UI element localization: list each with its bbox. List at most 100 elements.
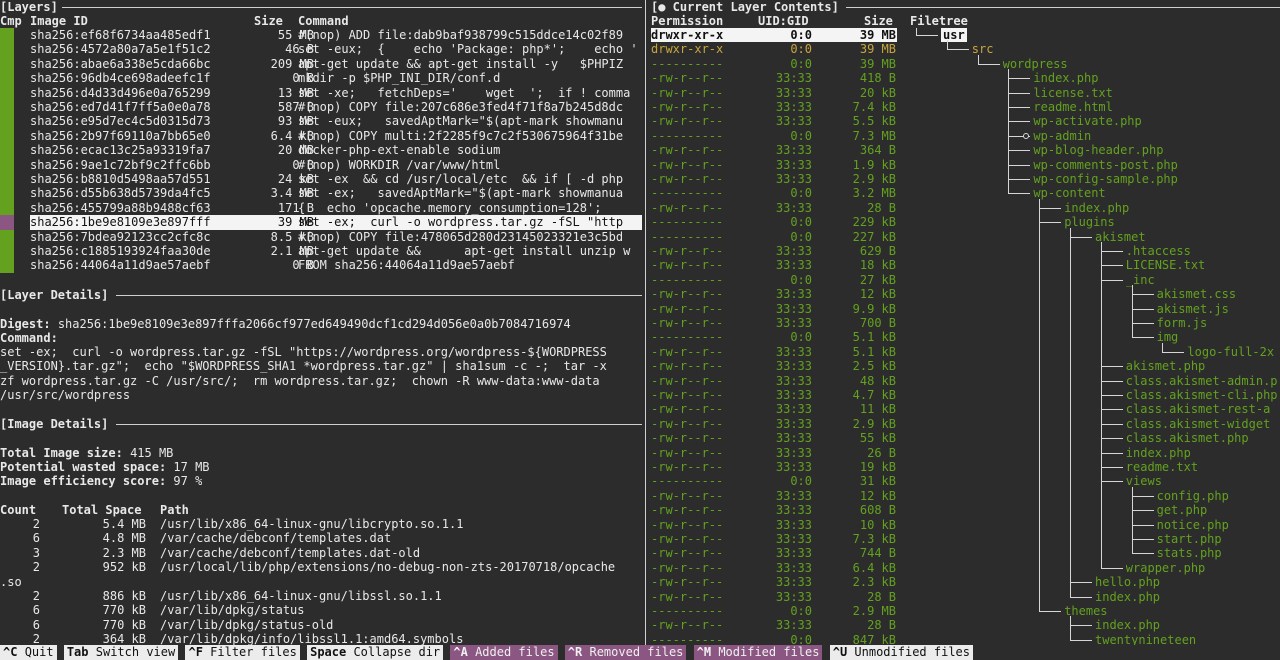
filetree-node[interactable]: logo-full-2x (1187, 345, 1274, 359)
layer-row[interactable]: sha256:7bdea92123cc2cfc8c 8.5 kB #(nop) CO… (30, 230, 642, 244)
file-permission: -rw-r--r-- (651, 143, 724, 158)
filetree-node[interactable]: form.js (1157, 316, 1208, 330)
filetree-node[interactable]: index.php (1064, 201, 1129, 215)
filetree-node[interactable]: readme.txt (1126, 460, 1198, 474)
key-label: ^F (188, 645, 203, 659)
file-permission: ---------- (651, 330, 724, 345)
filetree-node[interactable]: akismet.php (1126, 359, 1205, 373)
filetree-node[interactable]: get.php (1157, 503, 1208, 517)
keybinding-modified-files[interactable]: ^M Modified files (693, 645, 823, 660)
filetree-node[interactable]: wp-admin (1033, 129, 1091, 143)
filetree-node[interactable]: index.php (1095, 618, 1160, 632)
layer-row[interactable]: sha256:ef68f6734aa485edf1 55 MB #(nop) ADD… (30, 28, 642, 42)
file-uid-gid: 0:0 (790, 186, 812, 201)
layer-row[interactable]: sha256:ecac13c25a93319fa7 20 MB docker-php… (30, 143, 642, 157)
waste-col-total-space: Total Space (62, 503, 142, 517)
filetree-node[interactable]: wp-activate.php (1033, 114, 1141, 128)
file-size: 7.4 kB (852, 100, 896, 114)
file-size: 1.9 kB (852, 157, 896, 172)
filetree-node[interactable]: akismet (1095, 230, 1146, 244)
filetree-node[interactable]: index.php (1095, 590, 1160, 604)
layer-row[interactable]: sha256:d4d33d496e0a765299 13 MB set -xe; f… (30, 86, 642, 100)
waste-total-space: 5.4 MB (102, 517, 146, 531)
file-uid-gid: 33:33 (775, 560, 812, 575)
layer-row[interactable]: sha256:abae6a338e5cda66bc 209 MB apt-get u… (30, 57, 642, 71)
filetree-node[interactable]: hello.php (1095, 575, 1160, 589)
keybinding-unmodified-files[interactable]: ^U Unmodified files (829, 645, 973, 660)
filetree-node[interactable]: class.akismet-rest-a (1126, 402, 1271, 416)
file-uid-gid: 33:33 (775, 71, 812, 86)
layer-row[interactable]: sha256:44064a11d9ae57aebf 0 B FROM sha256:… (30, 258, 642, 272)
filetree-node[interactable]: readme.html (1033, 100, 1112, 114)
layer-row[interactable]: sha256:455799a88b9488cf63 171 B{ echo 'op… (30, 201, 642, 215)
filetree-node[interactable]: class.akismet-admin.p (1126, 374, 1278, 388)
filetree-node[interactable]: index.php (1033, 71, 1098, 85)
waste-path: /var/lib/dpkg/status-old (160, 617, 334, 632)
filetree-node[interactable]: wp-blog-header.php (1033, 143, 1163, 157)
file-permission: ---------- (651, 474, 724, 489)
layer-row[interactable]: sha256:ed7d41f7ff5a0e0a78 587 B #(nop) COP… (30, 100, 642, 114)
tree-branch (1100, 251, 1123, 252)
file-permission: ---------- (651, 186, 724, 201)
filetree-node[interactable]: wrapper.php (1126, 561, 1205, 575)
filetree-node[interactable]: wordpress (1003, 57, 1068, 71)
layer-row[interactable]: sha256:9ae1c72bf9c2ffc6bb 0 B #(nop) WORKD… (30, 158, 642, 172)
filetree-node[interactable]: start.php (1157, 532, 1222, 546)
layers-col-image-id: Image ID (30, 14, 88, 28)
filetree-node[interactable]: config.php (1157, 489, 1229, 503)
keybinding-switch-view[interactable]: Tab Switch view (63, 645, 179, 660)
filetree-node[interactable]: wp-config-sample.php (1033, 172, 1178, 186)
filetree-node[interactable]: wp-content (1033, 186, 1105, 200)
layer-cmp-bar (0, 157, 14, 172)
filetree-node[interactable]: index.php (1126, 446, 1191, 460)
col-uid-gid: UID:GID (758, 14, 809, 28)
waste-path: /var/cache/debconf/templates.dat-old (160, 545, 421, 560)
filetree-node[interactable]: img (1157, 330, 1179, 344)
layer-row[interactable]: sha256:c1885193924faa30de 2.1 MB apt-get u… (30, 244, 642, 258)
filetree-node[interactable]: .htaccess (1126, 244, 1191, 258)
filetree-node[interactable]: class.akismet-widget (1126, 417, 1271, 431)
keybinding-filter-files[interactable]: ^F Filter files (185, 645, 300, 660)
layer-row[interactable]: sha256:96db4ce698adeefc1f 0 Bmkdir -p $PH… (30, 71, 642, 85)
tree-branch (1070, 596, 1092, 598)
file-uid-gid: 33:33 (775, 172, 812, 186)
filetree-node[interactable]: usr (941, 28, 967, 43)
filetree-node[interactable]: _inc (1126, 273, 1155, 287)
file-size: 28 B (867, 618, 896, 633)
filetree-node[interactable]: akismet.js (1157, 302, 1229, 316)
file-size: 12 kB (859, 287, 896, 302)
layer-image-id: sha256:d55b638d5739da4fc5 (30, 186, 211, 201)
keybinding-quit[interactable]: ^C Quit (0, 645, 57, 660)
filetree-node[interactable]: license.txt (1033, 86, 1112, 100)
waste-count: 6 (32, 603, 40, 618)
filetree-node[interactable]: stats.php (1157, 546, 1222, 560)
keybinding-collapse-dir[interactable]: Space Collapse dir (307, 645, 444, 660)
filetree-node[interactable]: src (972, 42, 994, 56)
file-permission: ---------- (651, 229, 724, 244)
file-uid-gid: 33:33 (775, 546, 812, 561)
filetree-node[interactable]: LICENSE.txt (1126, 258, 1205, 272)
layer-row[interactable]: sha256:4572a80a7a5e1f51c2 46 Bset -eux; {… (30, 42, 642, 56)
tree-branch (1100, 265, 1123, 267)
waste-total-space: 770 kB (102, 617, 146, 632)
filetree-node[interactable]: plugins (1064, 215, 1115, 229)
waste-path: /usr/lib/x86_64-linux-gnu/libcrypto.so.1… (160, 517, 464, 531)
layer-row-selected[interactable]: sha256:1be9e8109e3e897fff 39 MB set -ex; c… (30, 215, 642, 230)
keybinding-added-files[interactable]: ^A Added files (450, 645, 558, 660)
file-uid-gid: 33:33 (775, 589, 812, 604)
layer-command: #(nop) COPY file:207c686e3fed4f71f8a7b24… (298, 100, 624, 114)
filetree-node[interactable]: wp-comments-post.php (1033, 158, 1178, 172)
layer-row[interactable]: sha256:b8810d5498aa57d551 24 kB set -ex &&… (30, 172, 642, 186)
filetree-node[interactable]: akismet.css (1157, 287, 1236, 301)
keybinding-removed-files[interactable]: ^R Removed files (564, 645, 687, 660)
filetree-node[interactable]: class.akismet.php (1126, 431, 1249, 445)
layer-row[interactable]: sha256:d55b638d5739da4fc5 3.4 MB set -ex; … (30, 186, 642, 200)
tree-branch (1100, 395, 1123, 396)
layer-row[interactable]: sha256:e95d7ec4c5d0315d73 93 MB set -eux; … (30, 114, 642, 128)
layer-row[interactable]: sha256:2b97f69110a7bb65e0 6.4 kB #(nop) CO… (30, 129, 642, 143)
file-size: 20 kB (859, 85, 896, 100)
filetree-node[interactable]: notice.php (1157, 518, 1229, 532)
tree-branch (1008, 92, 1031, 94)
tree-branch (916, 35, 938, 36)
filetree-node[interactable]: class.akismet-cli.php (1126, 388, 1278, 402)
